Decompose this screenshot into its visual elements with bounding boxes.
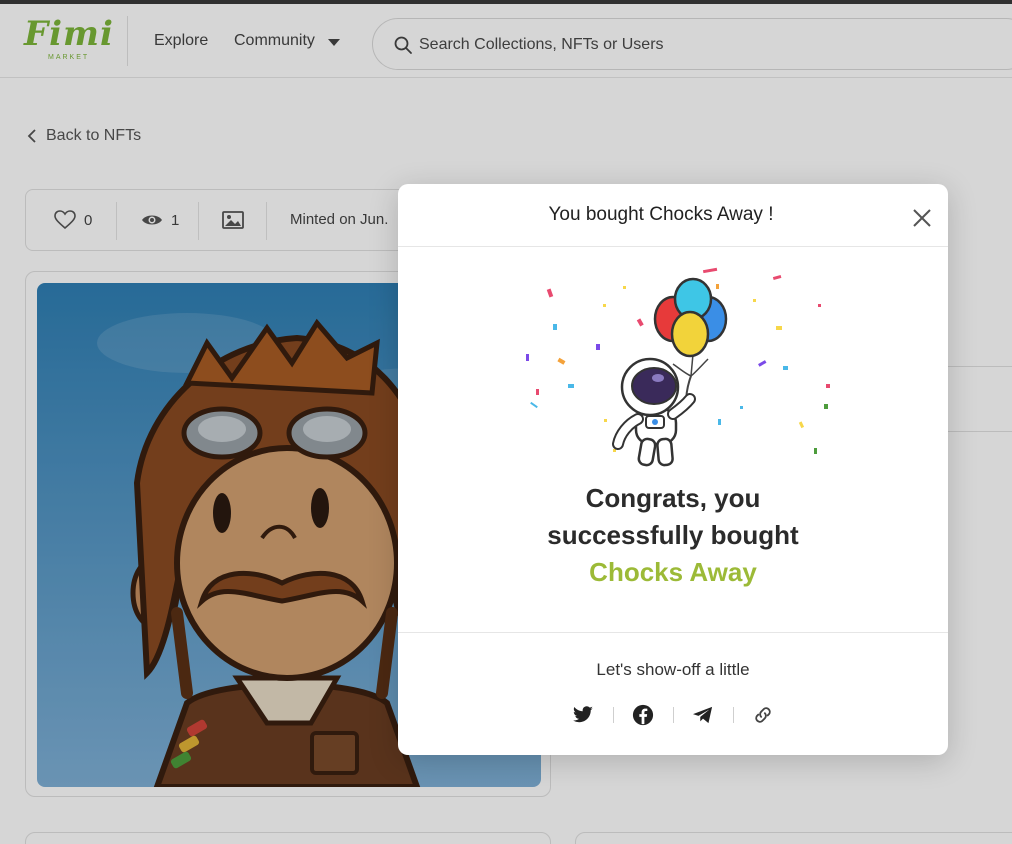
share-prompt: Let's show-off a little bbox=[596, 660, 750, 679]
share-divider bbox=[672, 707, 674, 723]
modal-title: You bought Chocks Away ! bbox=[548, 204, 774, 225]
close-icon[interactable] bbox=[910, 206, 934, 230]
share-divider bbox=[612, 707, 614, 723]
congrats-message: Congrats, you successfully bought Chocks… bbox=[398, 480, 948, 591]
link-icon bbox=[755, 707, 771, 723]
purchase-success-modal: You bought Chocks Away ! Congrats, you s… bbox=[398, 184, 948, 755]
modal-divider bbox=[398, 632, 948, 633]
congrats-line-1: Congrats, you bbox=[585, 483, 761, 513]
congrats-line-2: successfully bought bbox=[547, 520, 799, 550]
share-divider bbox=[732, 707, 734, 723]
copy-link-button[interactable] bbox=[748, 700, 778, 730]
twitter-icon bbox=[573, 706, 593, 723]
share-telegram-button[interactable] bbox=[688, 700, 718, 730]
astronaut-balloons-illustration bbox=[526, 267, 830, 467]
share-twitter-button[interactable] bbox=[568, 700, 598, 730]
share-buttons bbox=[568, 700, 778, 730]
telegram-icon bbox=[693, 706, 713, 724]
purchased-item-name: Chocks Away bbox=[589, 557, 757, 587]
modal-divider bbox=[398, 246, 948, 247]
share-facebook-button[interactable] bbox=[628, 700, 658, 730]
facebook-icon bbox=[632, 704, 654, 726]
